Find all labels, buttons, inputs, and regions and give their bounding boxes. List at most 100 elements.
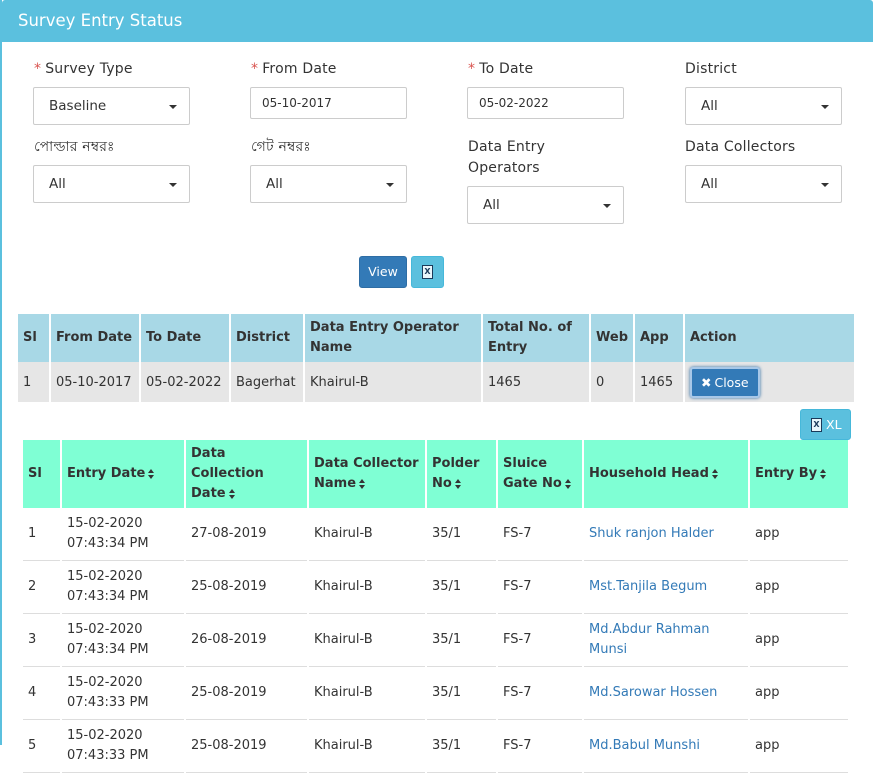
chevron-down-icon — [821, 183, 829, 187]
table-cell: app — [749, 560, 850, 614]
table-cell: FS-7 — [497, 508, 584, 561]
table-cell: 15-02-2020 07:43:33 PM — [61, 719, 186, 773]
panel-title: Survey Entry Status — [18, 11, 183, 30]
sort-icon — [564, 478, 572, 489]
table-cell: FS-7 — [497, 560, 584, 614]
table-cell: Khairul-B — [308, 666, 427, 720]
summary-cell: 05-10-2017 — [50, 362, 141, 402]
table-cell: 1 — [23, 508, 62, 561]
summary-header-row: Sl From Date To Date District Data Entry… — [18, 314, 856, 362]
household-head-link[interactable]: Mst.Tanjila Begum — [589, 579, 707, 594]
details-header-entry-date[interactable]: Entry Date — [61, 440, 186, 508]
excel-file-icon: X — [422, 265, 433, 279]
details-header-entry-by[interactable]: Entry By — [749, 440, 850, 508]
from-date-label: From Date — [262, 61, 337, 77]
sort-icon — [359, 478, 366, 489]
xl-export-button[interactable]: X XL — [800, 409, 851, 440]
summary-header-cell: District — [230, 314, 305, 362]
details-header-sluice[interactable]: Sluice Gate No — [497, 440, 584, 508]
household-head-link[interactable]: Md.Sarowar Hossen — [589, 685, 717, 700]
details-header-collection-date[interactable]: Data Collection Date — [185, 440, 309, 508]
table-cell: app — [749, 719, 850, 773]
details-header-household[interactable]: Household Head — [583, 440, 750, 508]
from-date-input[interactable]: 05-10-2017 — [250, 87, 407, 119]
district-select[interactable]: All — [685, 87, 842, 125]
gate-select[interactable]: All — [250, 165, 407, 203]
operators-label-line1: Data Entry — [468, 139, 546, 155]
table-cell: Md.Sarowar Hossen — [583, 666, 750, 720]
survey-type-field: * Survey Type — [34, 61, 133, 77]
table-cell: Khairul-B — [308, 613, 427, 667]
operators-select[interactable]: All — [467, 186, 624, 224]
close-icon: ✖ — [701, 374, 712, 390]
table-cell: 27-08-2019 — [185, 508, 309, 561]
table-cell: 35/1 — [426, 560, 498, 614]
chevron-down-icon — [169, 105, 177, 109]
table-cell: app — [749, 613, 850, 667]
table-cell: 15-02-2020 07:43:34 PM — [61, 508, 186, 561]
summary-cell: 05-02-2022 — [140, 362, 231, 402]
household-head-link[interactable]: Md.Abdur Rahman Munsi — [589, 622, 710, 657]
household-head-link[interactable]: Md.Babul Munshi — [589, 738, 700, 753]
table-cell: 15-02-2020 07:43:34 PM — [61, 613, 186, 667]
polder-label: পোল্ডার নম্বরঃ — [34, 139, 115, 155]
survey-type-select[interactable]: Baseline — [33, 87, 190, 125]
table-cell: FS-7 — [497, 719, 584, 773]
details-header-polder[interactable]: Polder No — [426, 440, 498, 508]
summary-cell: Khairul-B — [304, 362, 483, 402]
table-cell: 25-08-2019 — [185, 666, 309, 720]
table-cell: app — [749, 666, 850, 720]
to-date-field: * To Date — [468, 61, 534, 77]
details-table: Sl Entry Date Data Collection Date Data … — [23, 440, 850, 773]
table-row: 1 15-02-2020 07:43:34 PM 27-08-2019 Khairul… — [23, 508, 850, 561]
chevron-down-icon — [821, 105, 829, 109]
table-cell: 35/1 — [426, 719, 498, 773]
summary-action-cell: ✖ Close — [684, 362, 856, 402]
collectors-select[interactable]: All — [685, 165, 842, 203]
table-cell: FS-7 — [497, 613, 584, 667]
table-cell: 25-08-2019 — [185, 719, 309, 773]
table-cell: 15-02-2020 07:43:33 PM — [61, 666, 186, 720]
table-row: 2 15-02-2020 07:43:34 PM 25-08-2019 Khairul… — [23, 560, 850, 614]
view-button[interactable]: View — [359, 256, 407, 288]
table-cell: 2 — [23, 560, 62, 614]
operators-field: Data Entry Operators — [468, 137, 545, 179]
excel-export-button[interactable]: X — [411, 256, 444, 288]
household-head-link[interactable]: Shuk ranjon Halder — [589, 526, 714, 541]
sort-icon — [454, 478, 462, 489]
summary-header-cell: Action — [684, 314, 856, 362]
summary-header-cell: To Date — [140, 314, 231, 362]
survey-type-label: Survey Type — [45, 61, 133, 77]
table-cell: Khairul-B — [308, 508, 427, 561]
summary-header-cell: Sl — [18, 314, 51, 362]
details-header-collector[interactable]: Data Collector Name — [308, 440, 427, 508]
table-cell: Shuk ranjon Halder — [583, 508, 750, 561]
polder-field: পোল্ডার নম্বরঃ — [34, 137, 115, 158]
to-date-label: To Date — [479, 61, 534, 77]
table-cell: 15-02-2020 07:43:34 PM — [61, 560, 186, 614]
polder-select[interactable]: All — [33, 165, 190, 203]
summary-row: 1 05-10-2017 05-02-2022 Bagerhat Khairul… — [18, 362, 856, 402]
summary-header-cell: App — [634, 314, 685, 362]
table-cell: 35/1 — [426, 666, 498, 720]
close-button[interactable]: ✖ Close — [690, 366, 760, 398]
table-cell: app — [749, 508, 850, 561]
table-row: 3 15-02-2020 07:43:34 PM 26-08-2019 Khairul… — [23, 613, 850, 667]
summary-table: Sl From Date To Date District Data Entry… — [18, 314, 856, 402]
table-cell: Md.Abdur Rahman Munsi — [583, 613, 750, 667]
details-header-row: Sl Entry Date Data Collection Date Data … — [23, 440, 850, 508]
summary-cell: Bagerhat — [230, 362, 305, 402]
details-header-cell: Sl — [23, 440, 62, 508]
district-field: District — [685, 59, 737, 80]
table-cell: Khairul-B — [308, 719, 427, 773]
summary-cell: 1465 — [634, 362, 685, 402]
summary-cell: 1 — [18, 362, 51, 402]
table-cell: 25-08-2019 — [185, 560, 309, 614]
table-cell: FS-7 — [497, 666, 584, 720]
table-cell: 35/1 — [426, 508, 498, 561]
to-date-input[interactable]: 05-02-2022 — [467, 87, 624, 119]
table-row: 5 15-02-2020 07:43:33 PM 25-08-2019 Khairul… — [23, 719, 850, 773]
from-date-field: * From Date — [251, 61, 337, 77]
summary-header-cell: Data Entry Operator Name — [304, 314, 483, 362]
summary-header-cell: Web — [590, 314, 635, 362]
